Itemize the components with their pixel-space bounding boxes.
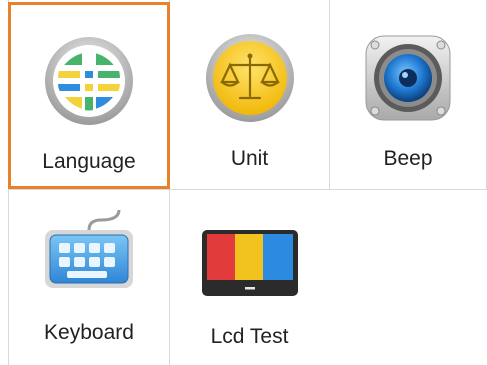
tile-keyboard[interactable]: Keyboard <box>9 190 169 365</box>
empty-grid-cell <box>330 190 486 365</box>
tile-label: Lcd Test <box>210 325 289 348</box>
tile-beep[interactable]: Beep <box>330 0 486 189</box>
tile-label: Language <box>42 150 136 173</box>
tile-label: Beep <box>383 147 433 170</box>
globe-icon <box>45 37 133 125</box>
tile-language[interactable]: Language <box>8 2 170 189</box>
tile-lcd-test[interactable]: Lcd Test <box>170 190 329 365</box>
scale-icon <box>205 34 294 122</box>
tile-label: Unit <box>230 147 269 170</box>
tile-label: Keyboard <box>44 321 134 344</box>
lcd-test-icon <box>201 230 298 296</box>
speaker-icon <box>365 35 451 121</box>
tile-unit[interactable]: Unit <box>170 0 329 189</box>
keyboard-icon <box>45 209 133 288</box>
